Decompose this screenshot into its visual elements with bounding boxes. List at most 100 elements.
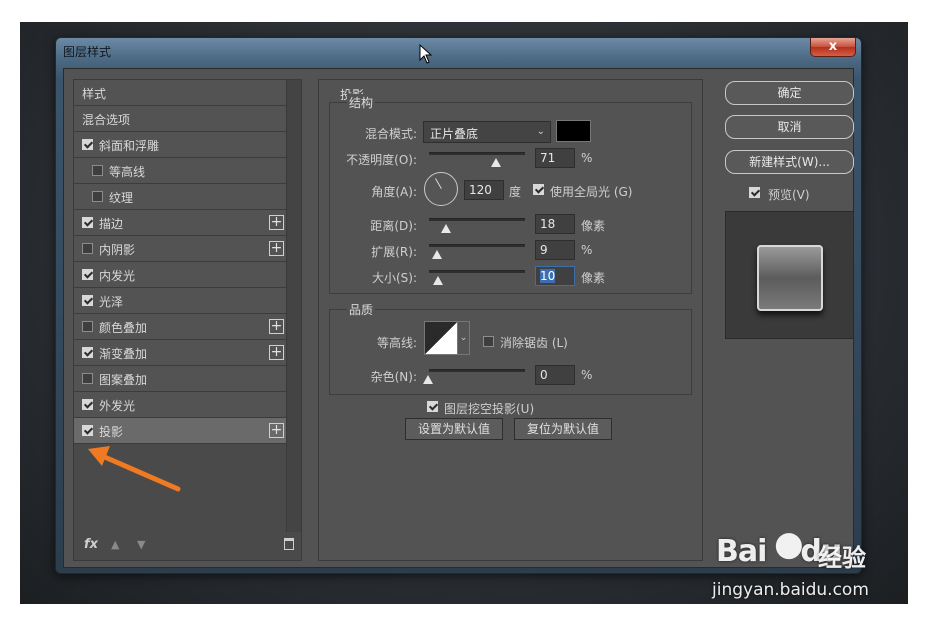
- style-row-checkbox[interactable]: [82, 399, 93, 410]
- opacity-input[interactable]: 71: [535, 148, 575, 168]
- fx-icon[interactable]: fx: [84, 537, 98, 552]
- style-row[interactable]: 外发光: [74, 392, 287, 418]
- noise-input[interactable]: 0: [535, 365, 575, 385]
- opacity-slider[interactable]: [429, 152, 525, 155]
- style-row-checkbox[interactable]: [92, 191, 103, 202]
- add-effect-plus-icon[interactable]: +: [269, 215, 284, 230]
- knockout-label: 图层挖空投影(U): [444, 402, 535, 416]
- distance-input[interactable]: 18: [535, 214, 575, 234]
- style-row-label: 描边: [99, 217, 124, 231]
- size-slider-handle[interactable]: [433, 276, 443, 285]
- noise-unit: %: [581, 368, 593, 382]
- blend-mode-select[interactable]: 正片叠底 ⌄: [423, 121, 551, 143]
- watermark-cn: 经验: [818, 544, 866, 572]
- style-row-checkbox[interactable]: [82, 321, 93, 332]
- style-row-checkbox[interactable]: [82, 139, 93, 150]
- noise-slider-handle[interactable]: [423, 375, 433, 384]
- angle-unit: 度: [509, 185, 522, 199]
- style-row-label: 样式: [82, 87, 107, 101]
- size-unit: 像素: [581, 271, 606, 285]
- style-row-label: 斜面和浮雕: [99, 139, 160, 153]
- style-row[interactable]: 渐变叠加 +: [74, 340, 287, 366]
- styles-footer: fx ▲ ▼: [74, 532, 301, 560]
- move-up-icon[interactable]: ▲: [111, 538, 119, 551]
- style-row-checkbox[interactable]: [82, 295, 93, 306]
- annotation-arrow-icon: [88, 446, 181, 492]
- style-row-checkbox[interactable]: [82, 425, 93, 436]
- style-row-label: 颜色叠加: [99, 321, 148, 335]
- style-row-label: 内阴影: [99, 243, 136, 257]
- contour-label: 等高线:: [376, 336, 417, 350]
- distance-slider[interactable]: [429, 218, 525, 221]
- add-effect-plus-icon[interactable]: +: [269, 241, 284, 256]
- preview-checkbox[interactable]: [749, 187, 760, 198]
- style-row[interactable]: 内阴影 +: [74, 236, 287, 262]
- reset-default-button[interactable]: 复位为默认值: [514, 418, 612, 440]
- add-effect-plus-icon[interactable]: +: [269, 423, 284, 438]
- distance-slider-handle[interactable]: [441, 224, 451, 233]
- style-row-checkbox[interactable]: [82, 347, 93, 358]
- shadow-color-swatch[interactable]: [556, 120, 591, 142]
- style-row-checkbox[interactable]: [82, 269, 93, 280]
- distance-unit: 像素: [581, 219, 606, 233]
- contour-preview[interactable]: [424, 321, 458, 355]
- style-row-label: 内发光: [99, 269, 136, 283]
- new-style-button[interactable]: 新建样式(W)...: [725, 150, 854, 174]
- noise-slider[interactable]: [429, 369, 525, 372]
- global-light-label: 使用全局光 (G): [550, 185, 633, 199]
- style-row-label: 投影: [99, 425, 124, 439]
- spread-slider-handle[interactable]: [432, 250, 442, 259]
- angle-input[interactable]: 120: [464, 180, 504, 200]
- add-effect-plus-icon[interactable]: +: [269, 345, 284, 360]
- opacity-slider-handle[interactable]: [491, 158, 501, 167]
- spread-unit: %: [581, 243, 593, 257]
- blend-mode-value: 正片叠底: [430, 127, 479, 141]
- style-row[interactable]: 等高线: [74, 158, 287, 184]
- cancel-button[interactable]: 取消: [725, 115, 854, 139]
- style-row-checkbox[interactable]: [82, 243, 93, 254]
- angle-label: 角度(A):: [371, 185, 417, 199]
- distance-label: 距离(D):: [370, 219, 417, 233]
- preview-label: 预览(V): [768, 188, 810, 202]
- style-row-label: 等高线: [109, 165, 146, 179]
- style-row-checkbox[interactable]: [82, 373, 93, 384]
- title-bar: 图层样式 x: [56, 38, 861, 64]
- size-slider[interactable]: [429, 270, 525, 273]
- style-row[interactable]: 内发光: [74, 262, 287, 288]
- close-button[interactable]: x: [810, 38, 856, 57]
- style-row-checkbox[interactable]: [82, 217, 93, 228]
- style-row[interactable]: 描边 +: [74, 210, 287, 236]
- spread-slider[interactable]: [429, 244, 525, 247]
- style-row-checkbox[interactable]: [92, 165, 103, 176]
- anti-alias-checkbox[interactable]: [483, 336, 494, 347]
- contour-dropdown[interactable]: ⌄: [458, 321, 470, 355]
- preview-swatch: [757, 245, 823, 311]
- trash-icon[interactable]: [284, 538, 294, 550]
- anti-alias-label: 消除锯齿 (L): [500, 336, 568, 350]
- style-row[interactable]: 样式: [74, 80, 287, 106]
- drop-shadow-panel: 投影 结构 混合模式: 正片叠底 ⌄ 不透明度(O): 71 % 角度(A): …: [318, 79, 703, 561]
- style-row[interactable]: 纹理: [74, 184, 287, 210]
- global-light-checkbox[interactable]: [533, 184, 544, 195]
- style-row[interactable]: 斜面和浮雕: [74, 132, 287, 158]
- dialog-title: 图层样式: [63, 45, 112, 59]
- angle-dial[interactable]: [424, 172, 458, 206]
- style-row[interactable]: 颜色叠加 +: [74, 314, 287, 340]
- style-row[interactable]: 图案叠加: [74, 366, 287, 392]
- style-row[interactable]: 光泽: [74, 288, 287, 314]
- make-default-button[interactable]: 设置为默认值: [405, 418, 503, 440]
- size-input[interactable]: 10: [535, 266, 575, 286]
- style-row[interactable]: 混合选项: [74, 106, 287, 132]
- chevron-down-icon: ⌄: [459, 333, 468, 343]
- style-row-label: 混合选项: [82, 113, 131, 127]
- opacity-unit: %: [581, 151, 593, 165]
- styles-scrollbar[interactable]: [286, 80, 301, 532]
- styles-list: 样式 混合选项 斜面和浮雕 等高线 纹理 描边 + 内阴影 + 内发光 光泽 颜色叠加 + 渐变叠加 + 图案…: [74, 80, 287, 444]
- ok-button[interactable]: 确定: [725, 81, 854, 105]
- move-down-icon[interactable]: ▼: [137, 538, 145, 551]
- watermark-url: jingyan.baidu.com: [712, 580, 869, 600]
- size-value: 10: [540, 269, 556, 283]
- add-effect-plus-icon[interactable]: +: [269, 319, 284, 334]
- spread-input[interactable]: 9: [535, 240, 575, 260]
- knockout-checkbox[interactable]: [427, 401, 438, 412]
